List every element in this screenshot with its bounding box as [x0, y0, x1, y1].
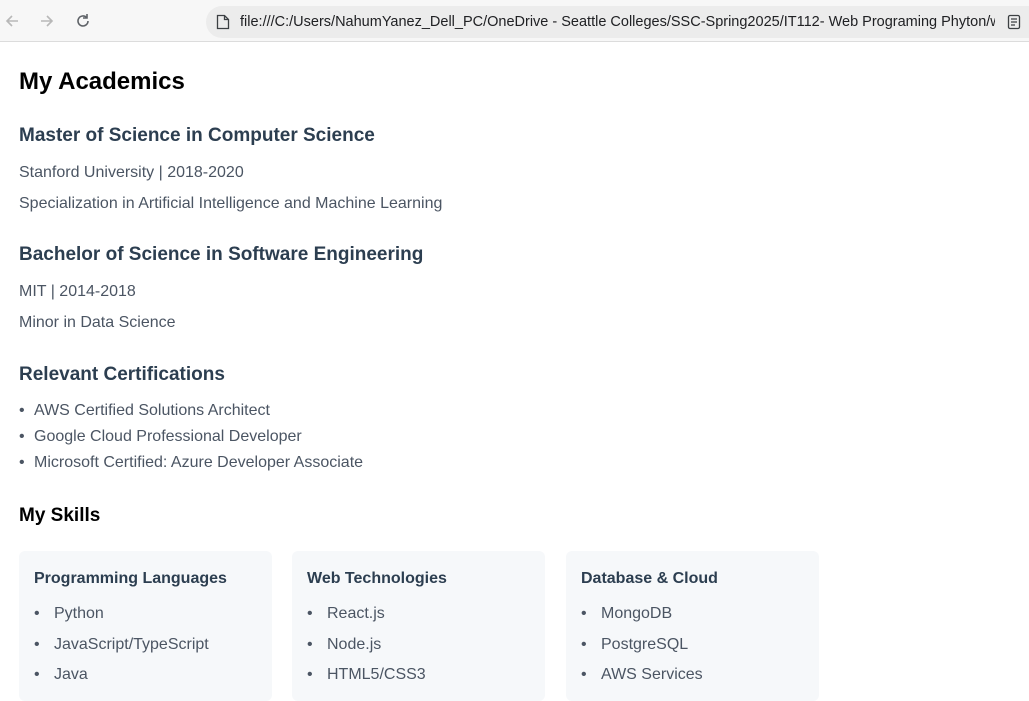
- list-item: React.js: [307, 603, 426, 634]
- address-bar[interactable]: file:///C:/Users/NahumYanez_Dell_PC/OneD…: [206, 6, 1029, 38]
- list-item: PostgreSQL: [581, 634, 703, 665]
- list-item: AWS Certified Solutions Architect: [19, 398, 363, 424]
- degree-detail: Specialization in Artificial Intelligenc…: [19, 195, 443, 212]
- degree-school: Stanford University | 2018-2020: [19, 164, 244, 181]
- certifications-list: AWS Certified Solutions Architect Google…: [19, 398, 363, 476]
- browser-toolbar: file:///C:/Users/NahumYanez_Dell_PC/OneD…: [0, 0, 1029, 42]
- reload-icon[interactable]: [72, 10, 94, 32]
- card-title: Programming Languages: [34, 570, 227, 587]
- degree-title: Master of Science in Computer Science: [19, 125, 375, 146]
- certifications-title: Relevant Certifications: [19, 364, 225, 385]
- list-item: Java: [34, 664, 209, 695]
- url-text[interactable]: file:///C:/Users/NahumYanez_Dell_PC/OneD…: [240, 14, 995, 30]
- skill-card-database: Database & Cloud MongoDB PostgreSQL AWS …: [566, 551, 819, 701]
- list-item: JavaScript/TypeScript: [34, 634, 209, 665]
- skill-card-programming: Programming Languages Python JavaScript/…: [19, 551, 272, 701]
- skill-card-web: Web Technologies React.js Node.js HTML5/…: [292, 551, 545, 701]
- skills-title: My Skills: [19, 505, 101, 526]
- skill-list: React.js Node.js HTML5/CSS3: [307, 603, 426, 695]
- list-item: MongoDB: [581, 603, 703, 634]
- card-title: Database & Cloud: [581, 570, 718, 587]
- list-item: Node.js: [307, 634, 426, 665]
- arrow-right-icon[interactable]: [36, 10, 58, 32]
- degree-school: MIT | 2014-2018: [19, 283, 136, 300]
- list-item: AWS Services: [581, 664, 703, 695]
- skill-list: Python JavaScript/TypeScript Java: [34, 603, 209, 695]
- list-item: Python: [34, 603, 209, 634]
- list-item: Microsoft Certified: Azure Developer Ass…: [19, 450, 363, 476]
- reader-view-icon[interactable]: [1007, 14, 1021, 30]
- degree-detail: Minor in Data Science: [19, 314, 176, 331]
- skill-list: MongoDB PostgreSQL AWS Services: [581, 603, 703, 695]
- card-title: Web Technologies: [307, 570, 447, 587]
- page-title: My Academics: [19, 68, 185, 95]
- file-icon: [216, 14, 230, 30]
- list-item: HTML5/CSS3: [307, 664, 426, 695]
- degree-title: Bachelor of Science in Software Engineer…: [19, 244, 424, 265]
- arrow-left-icon[interactable]: [1, 10, 23, 32]
- list-item: Google Cloud Professional Developer: [19, 424, 363, 450]
